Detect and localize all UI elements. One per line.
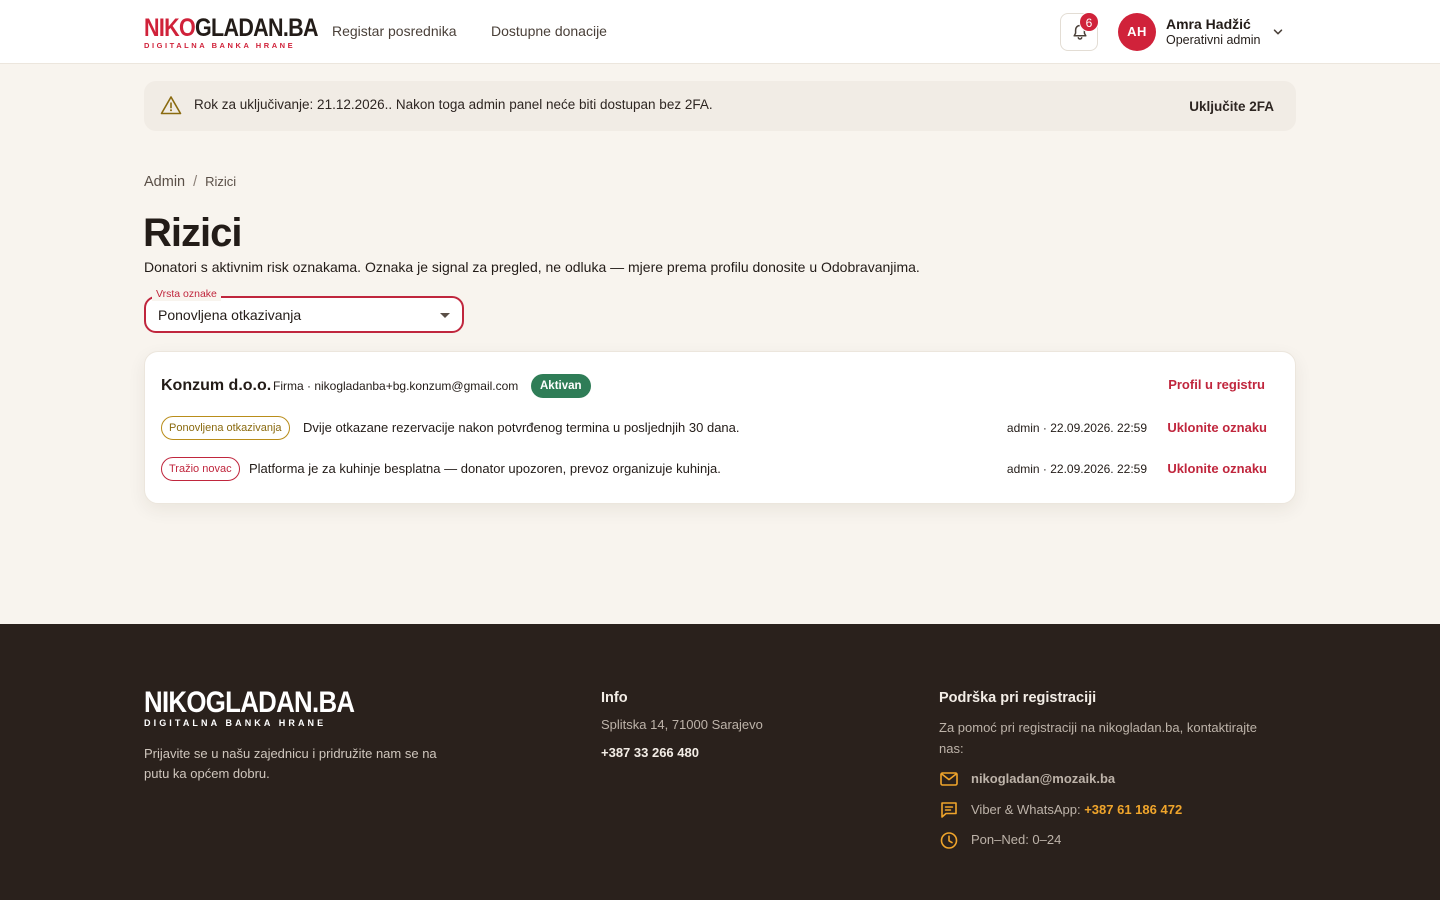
footer-tagline: Prijavite se u našu zajednicu i pridruži… [144,746,437,781]
flag-type-select[interactable]: Ponovljena otkazivanja [144,296,464,333]
remove-flag-button[interactable]: Uklonite oznaku [1167,461,1267,476]
footer-support-heading: Podrška pri registraciji [939,690,1097,706]
logo-subtitle: DIGITALNA BANKA HRANE [144,41,296,50]
risk-flag-chip: Tražio novac [161,457,240,481]
footer-support-description: Za pomoć pri registraciji na nikogladan.… [939,720,1257,756]
user-avatar[interactable]: AH [1118,13,1156,51]
page-title: Rizici [143,211,242,255]
user-role: Operativni admin [1166,33,1261,47]
footer-logo-subtitle: DIGITALNA BANKA HRANE [144,718,327,728]
risk-flag-row: Ponovljena otkazivanja Dvije otkazane re… [161,416,1281,440]
brand-logo[interactable]: NIKOGLADAN.BA DIGITALNA BANKA HRANE [144,16,346,50]
footer-address: Splitska 14, 71000 Sarajevo [601,717,763,732]
donor-name: Konzum d.o.o. [161,377,272,394]
flag-type-select-label: Vrsta oznake [152,288,221,301]
chat-icon [941,802,957,818]
mail-icon [940,772,958,786]
breadcrumb-separator: / [193,174,198,190]
footer-support-email-link[interactable]: nikogladan@mozaik.ba [971,771,1115,786]
footer-logo-wordmark: NIKOGLADAN.BA [144,686,355,719]
breadcrumb-current: Rizici [205,174,237,189]
footer-info-heading: Info [601,690,628,706]
nav-link-dostupne-donacije[interactable]: Dostupne donacije [491,23,607,39]
logo-wordmark: NIKOGLADAN.BA [144,14,319,42]
page-description: Donatori s aktivnim risk oznakama. Oznak… [144,259,920,275]
footer-support-messaging: Viber & WhatsApp: +387 61 186 472 [971,802,1183,817]
risk-flag-chip: Ponovljena otkazivanja [161,416,290,440]
chevron-down-icon[interactable] [1272,26,1284,38]
footer-phone-link[interactable]: +387 33 266 480 [601,745,699,760]
risk-flag-note: Platforma je za kuhinje besplatna — dona… [249,461,721,476]
breadcrumb: Admin / Rizici [144,174,236,190]
user-name[interactable]: Amra Hadžić [1166,16,1251,32]
clock-icon [940,832,958,849]
twofa-alert-banner: Rok za uključivanje: 21.12.2026.. Nakon … [144,81,1296,131]
donor-risk-card: Konzum d.o.o. Firma · nikogladanba+bg.ko… [144,351,1296,504]
footer-logo[interactable]: NIKOGLADAN.BA DIGITALNA BANKA HRANE [144,688,389,728]
risk-flag-row: Tražio novac Platforma je za kuhinje bes… [161,457,1281,481]
site-footer: NIKOGLADAN.BA DIGITALNA BANKA HRANE Prij… [0,624,1440,900]
status-badge: Aktivan [531,374,591,398]
enable-2fa-button[interactable]: Uključite 2FA [1189,99,1274,114]
footer-support-hours: Pon–Ned: 0–24 [971,832,1062,847]
top-header: NIKOGLADAN.BA DIGITALNA BANKA HRANE Regi… [0,0,1440,64]
risk-flag-note: Dvije otkazane rezervacije nakon potvrđe… [303,420,740,435]
profile-in-registry-link[interactable]: Profil u registru [1168,377,1265,392]
warning-triangle-icon [160,96,182,115]
notification-count-badge: 6 [1079,12,1099,32]
footer-support-messaging-link[interactable]: +387 61 186 472 [1084,802,1182,817]
donor-meta: Firma · nikogladanba+bg.konzum@gmail.com [273,379,519,393]
caret-down-icon [440,313,450,318]
remove-flag-button[interactable]: Uklonite oznaku [1167,420,1267,435]
risk-flag-meta: admin · 22.09.2026. 22:59 [1006,462,1147,476]
breadcrumb-admin-link[interactable]: Admin [144,174,185,190]
alert-message: Rok za uključivanje: 21.12.2026.. Nakon … [194,97,713,112]
risk-flag-meta: admin · 22.09.2026. 22:59 [1006,421,1147,435]
nav-link-registar-posrednika[interactable]: Registar posrednika [332,23,457,39]
flag-type-select-value: Ponovljena otkazivanja [158,307,302,323]
